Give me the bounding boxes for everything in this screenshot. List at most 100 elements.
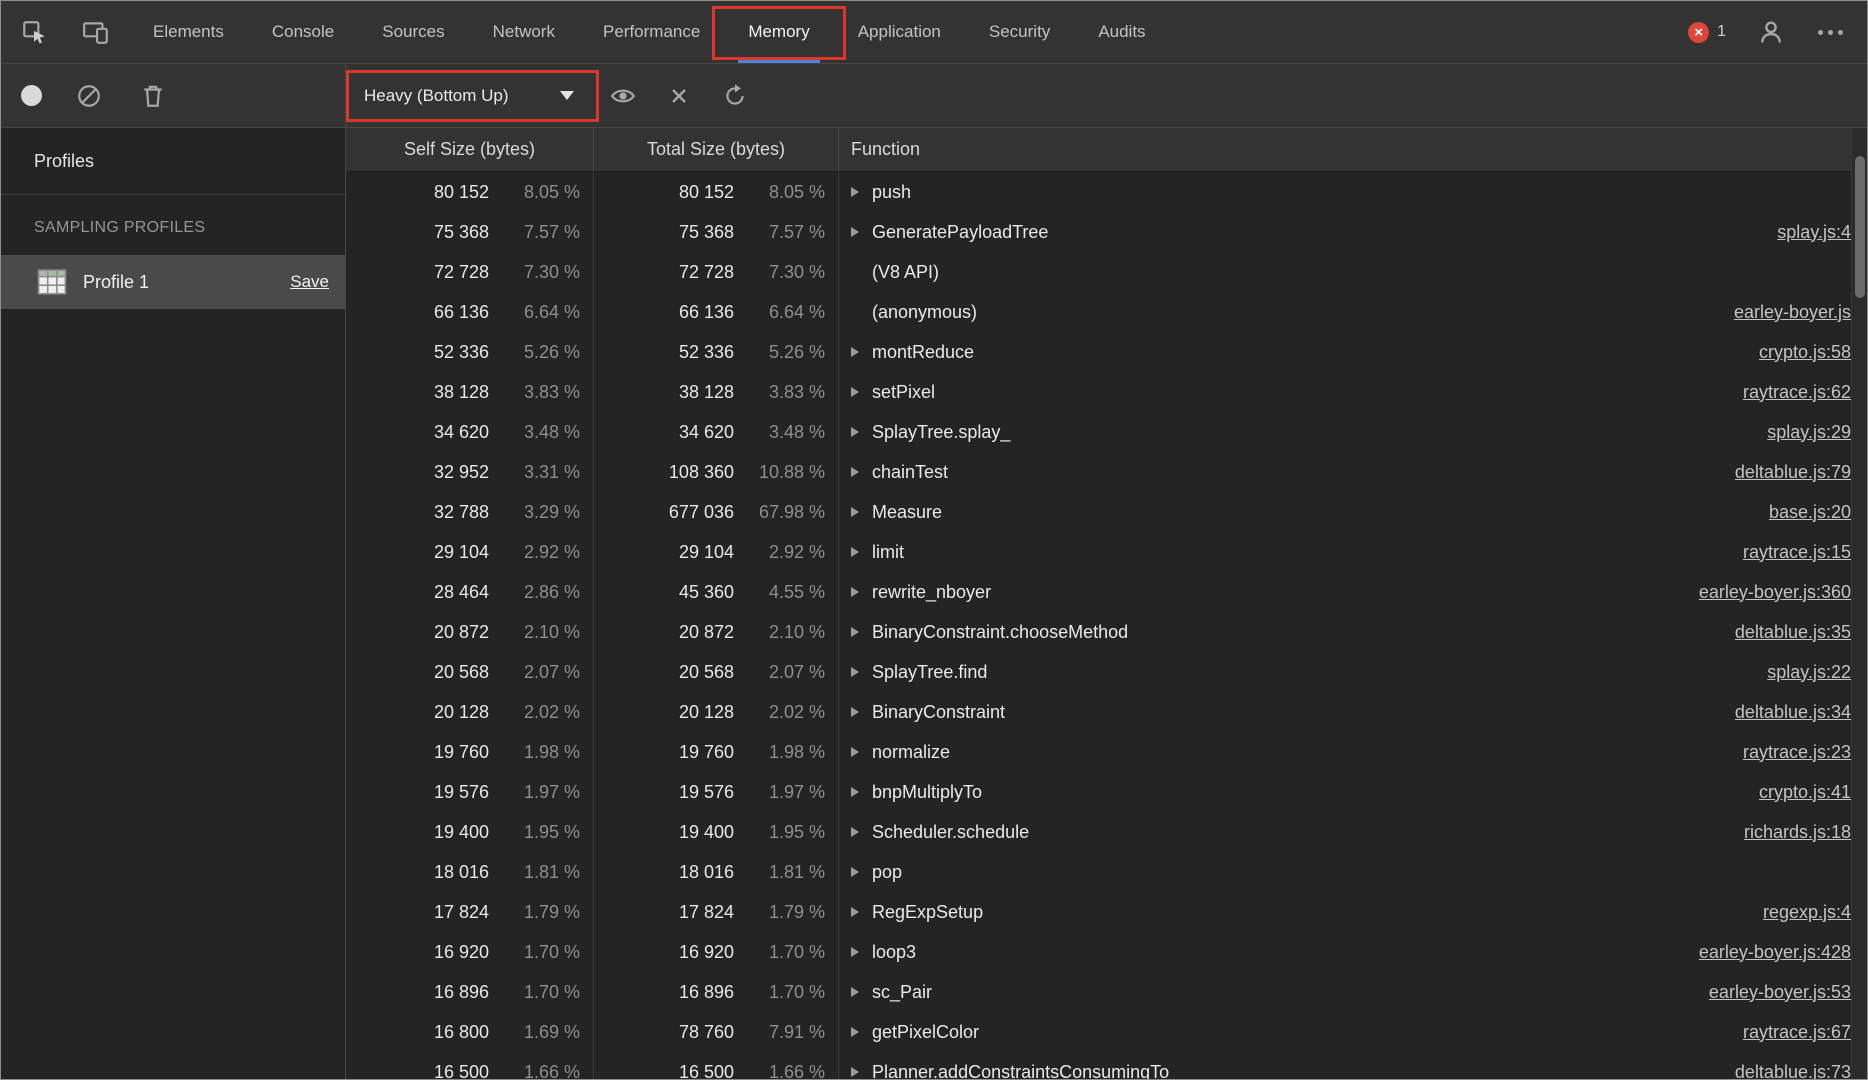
tab-audits[interactable]: Audits <box>1074 1 1169 63</box>
total-size-value: 38 128 <box>678 381 734 402</box>
source-link[interactable]: deltablue.js:79 <box>1735 462 1851 483</box>
source-link[interactable]: raytrace.js:67 <box>1743 1022 1851 1043</box>
expand-arrow[interactable] <box>851 947 872 957</box>
scrollbar-thumb[interactable] <box>1855 156 1865 298</box>
table-row[interactable]: 38 128 3.83 % 38 128 3.83 % setPixel ray… <box>346 372 1851 412</box>
memory-panel-toolbar: Heavy (Bottom Up) <box>1 64 1867 128</box>
expand-arrow[interactable] <box>851 627 872 637</box>
source-link[interactable]: deltablue.js:73 <box>1735 1062 1851 1080</box>
expand-arrow[interactable] <box>851 587 872 597</box>
table-row[interactable]: 16 896 1.70 % 16 896 1.70 % sc_Pair earl… <box>346 972 1851 1012</box>
error-count-badge[interactable]: × 1 <box>1688 21 1726 43</box>
profile-view-dropdown[interactable]: Heavy (Bottom Up) <box>346 69 599 122</box>
restore-all-button[interactable] <box>718 79 752 113</box>
expand-arrow[interactable] <box>851 307 872 317</box>
table-row[interactable]: 32 952 3.31 % 108 360 10.88 % chainTest … <box>346 452 1851 492</box>
table-row[interactable]: 18 016 1.81 % 18 016 1.81 % pop <box>346 852 1851 892</box>
table-row[interactable]: 16 800 1.69 % 78 760 7.91 % getPixelColo… <box>346 1012 1851 1052</box>
expand-arrow[interactable] <box>851 427 872 437</box>
table-row[interactable]: 29 104 2.92 % 29 104 2.92 % limit raytra… <box>346 532 1851 572</box>
table-row[interactable]: 20 128 2.02 % 20 128 2.02 % BinaryConstr… <box>346 692 1851 732</box>
profile-item[interactable]: Profile 1 Save <box>1 255 345 309</box>
source-link[interactable]: earley-boyer.js:360 <box>1699 582 1851 603</box>
function-cell: loop3 earley-boyer.js:428 <box>839 932 1851 972</box>
column-header-total-size[interactable]: Total Size (bytes) <box>594 128 839 171</box>
table-row[interactable]: 52 336 5.26 % 52 336 5.26 % montReduce c… <box>346 332 1851 372</box>
function-name: (V8 API) <box>872 261 940 282</box>
record-heap-button[interactable] <box>21 85 42 106</box>
more-options-button[interactable] <box>1816 24 1845 41</box>
source-link[interactable]: earley-boyer.js:428 <box>1699 942 1851 963</box>
device-toolbar-button[interactable] <box>79 15 113 49</box>
source-link[interactable]: deltablue.js:35 <box>1735 622 1851 643</box>
source-link[interactable]: splay.js:22 <box>1767 662 1851 683</box>
user-button[interactable] <box>1754 15 1788 49</box>
table-row[interactable]: 19 576 1.97 % 19 576 1.97 % bnpMultiplyT… <box>346 772 1851 812</box>
tab-application[interactable]: Application <box>834 1 965 63</box>
expand-arrow[interactable] <box>851 747 872 757</box>
delete-profile-button[interactable] <box>136 79 170 113</box>
expand-arrow[interactable] <box>851 867 872 877</box>
table-row[interactable]: 20 568 2.07 % 20 568 2.07 % SplayTree.fi… <box>346 652 1851 692</box>
source-link[interactable]: crypto.js:58 <box>1759 342 1851 363</box>
source-link[interactable]: raytrace.js:62 <box>1743 382 1851 403</box>
source-link[interactable]: splay.js:4 <box>1777 222 1851 243</box>
expand-arrow[interactable] <box>851 987 872 997</box>
save-profile-link[interactable]: Save <box>290 272 329 292</box>
source-link[interactable]: regexp.js:4 <box>1763 902 1851 923</box>
tab-security[interactable]: Security <box>965 1 1074 63</box>
expand-arrow[interactable] <box>851 827 872 837</box>
source-link[interactable]: raytrace.js:23 <box>1743 742 1851 763</box>
function-cell: GeneratePayloadTree splay.js:4 <box>839 212 1851 252</box>
inspect-element-button[interactable] <box>17 15 51 49</box>
table-row[interactable]: 80 152 8.05 % 80 152 8.05 % push <box>346 172 1851 212</box>
tab-network[interactable]: Network <box>469 1 579 63</box>
expand-arrow[interactable] <box>851 787 872 797</box>
expand-arrow[interactable] <box>851 707 872 717</box>
table-row[interactable]: 16 500 1.66 % 16 500 1.66 % Planner.addC… <box>346 1052 1851 1079</box>
column-header-self-size[interactable]: Self Size (bytes) <box>346 128 594 171</box>
source-link[interactable]: splay.js:29 <box>1767 422 1851 443</box>
expand-arrow[interactable] <box>851 227 872 237</box>
expand-arrow[interactable] <box>851 267 872 277</box>
source-link[interactable]: base.js:20 <box>1769 502 1851 523</box>
source-link[interactable]: earley-boyer.js <box>1734 302 1851 323</box>
focus-selected-button[interactable] <box>606 79 640 113</box>
table-row[interactable]: 34 620 3.48 % 34 620 3.48 % SplayTree.sp… <box>346 412 1851 452</box>
tab-sources[interactable]: Sources <box>358 1 468 63</box>
table-row[interactable]: 16 920 1.70 % 16 920 1.70 % loop3 earley… <box>346 932 1851 972</box>
vertical-scrollbar[interactable] <box>1851 128 1867 1079</box>
table-row[interactable]: 19 400 1.95 % 19 400 1.95 % Scheduler.sc… <box>346 812 1851 852</box>
expand-arrow[interactable] <box>851 1027 872 1037</box>
column-header-function[interactable]: Function <box>839 128 1851 171</box>
expand-arrow[interactable] <box>851 387 872 397</box>
tab-performance[interactable]: Performance <box>579 1 724 63</box>
tab-elements[interactable]: Elements <box>129 1 248 63</box>
expand-arrow[interactable] <box>851 187 872 197</box>
expand-arrow[interactable] <box>851 347 872 357</box>
expand-arrow[interactable] <box>851 507 872 517</box>
source-link[interactable]: richards.js:18 <box>1744 822 1851 843</box>
table-row[interactable]: 28 464 2.86 % 45 360 4.55 % rewrite_nboy… <box>346 572 1851 612</box>
table-row[interactable]: 66 136 6.64 % 66 136 6.64 % (anonymous) … <box>346 292 1851 332</box>
tab-memory[interactable]: Memory <box>712 1 846 63</box>
self-size-cell: 34 620 3.48 % <box>346 412 594 452</box>
table-row[interactable]: 17 824 1.79 % 17 824 1.79 % RegExpSetup … <box>346 892 1851 932</box>
clear-profiles-button[interactable] <box>72 79 106 113</box>
expand-arrow[interactable] <box>851 667 872 677</box>
expand-arrow[interactable] <box>851 547 872 557</box>
table-row[interactable]: 19 760 1.98 % 19 760 1.98 % normalize ra… <box>346 732 1851 772</box>
source-link[interactable]: earley-boyer.js:53 <box>1709 982 1851 1003</box>
table-row[interactable]: 72 728 7.30 % 72 728 7.30 % (V8 API) <box>346 252 1851 292</box>
source-link[interactable]: raytrace.js:15 <box>1743 542 1851 563</box>
table-row[interactable]: 75 368 7.57 % 75 368 7.57 % GeneratePayl… <box>346 212 1851 252</box>
source-link[interactable]: crypto.js:41 <box>1759 782 1851 803</box>
expand-arrow[interactable] <box>851 1067 872 1077</box>
table-row[interactable]: 32 788 3.29 % 677 036 67.98 % Measure ba… <box>346 492 1851 532</box>
table-row[interactable]: 20 872 2.10 % 20 872 2.10 % BinaryConstr… <box>346 612 1851 652</box>
exclude-selected-button[interactable] <box>662 79 696 113</box>
source-link[interactable]: deltablue.js:34 <box>1735 702 1851 723</box>
expand-arrow[interactable] <box>851 907 872 917</box>
tab-console[interactable]: Console <box>248 1 358 63</box>
expand-arrow[interactable] <box>851 467 872 477</box>
